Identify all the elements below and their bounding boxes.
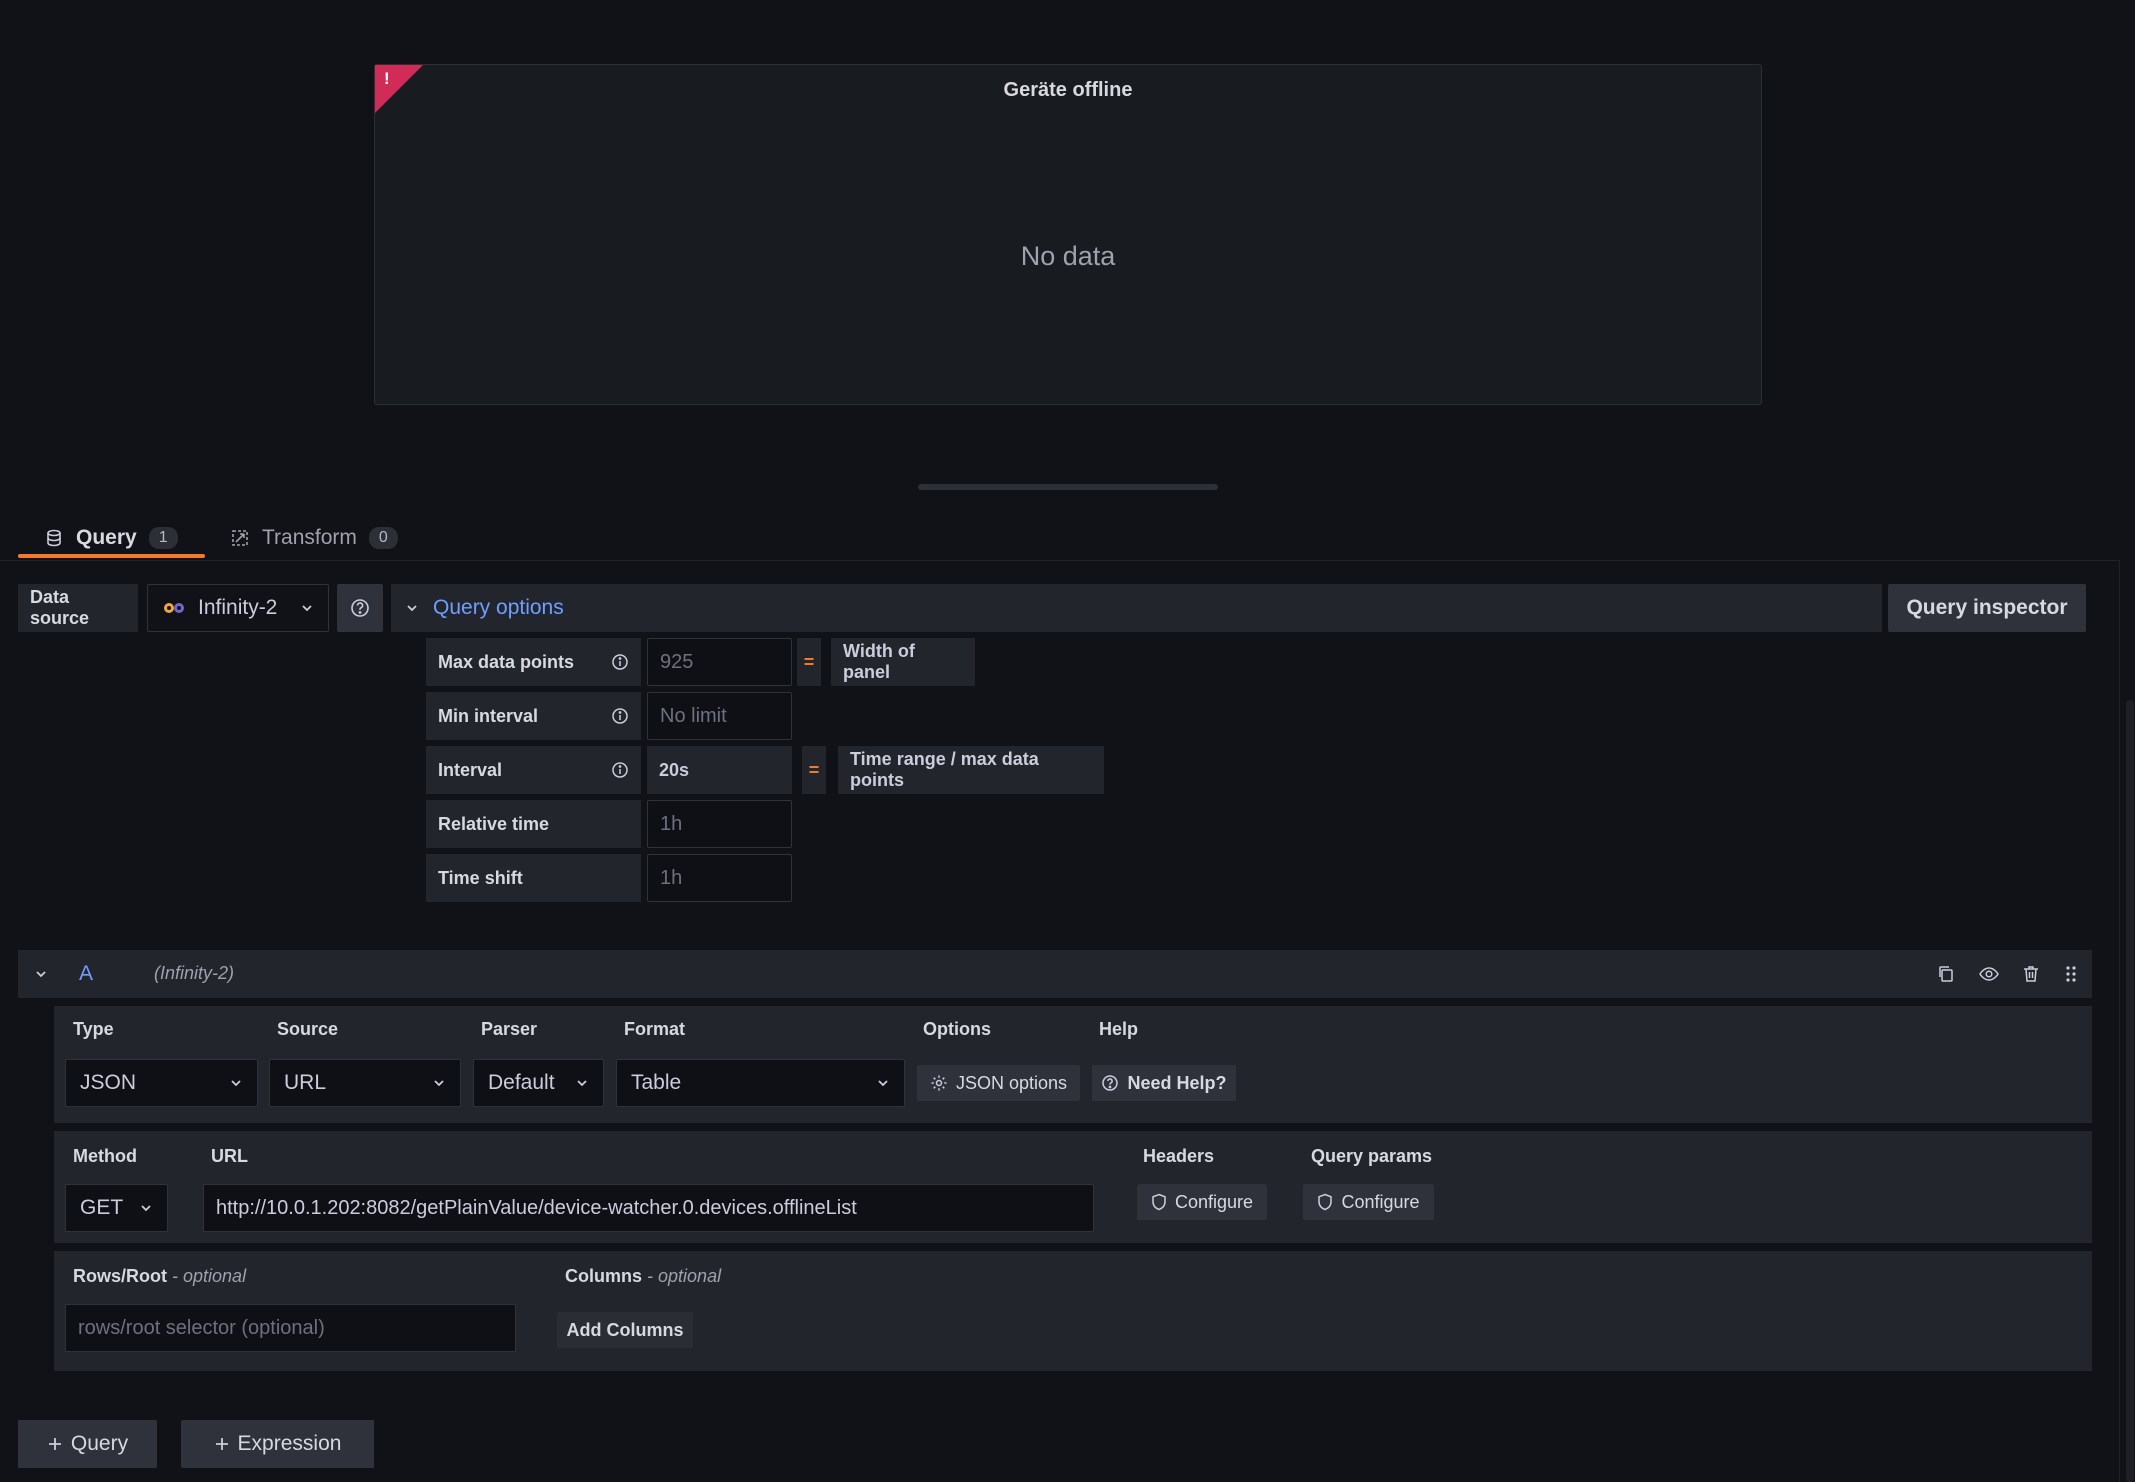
shield-icon [1151,1193,1167,1211]
headers-label: Headers [1143,1146,1215,1166]
eye-icon[interactable] [1978,964,2000,984]
tab-transform-label: Transform [262,526,357,549]
query-options-toggle[interactable]: Query options [391,584,1882,632]
method-label: Method [73,1146,137,1166]
option-label-interval: Interval [426,746,641,794]
datasource-picker[interactable]: Infinity-2 [147,584,329,632]
relative-time-input[interactable]: 1h [647,800,792,848]
duplicate-icon[interactable] [1936,964,1956,984]
editor-scrollbar[interactable] [2126,700,2134,1482]
database-icon [44,528,64,548]
datasource-label: Data source [18,584,138,632]
tab-transform[interactable]: Transform 0 [230,516,398,560]
tab-query-label: Query [76,526,137,549]
chevron-down-icon [229,1076,243,1090]
json-options-button[interactable]: JSON options [917,1065,1080,1101]
min-interval-input[interactable]: No limit [647,692,792,740]
add-columns-button[interactable]: Add Columns [557,1312,693,1348]
transform-icon [230,528,250,548]
question-circle-icon [350,598,370,618]
chevron-down-icon [300,601,314,615]
option-label-max-data-points: Max data points [426,638,641,686]
tab-query-count: 1 [148,527,178,549]
query-row-header[interactable]: A (Infinity-2) [18,950,2092,998]
chevron-down-icon [139,1201,153,1215]
query-letter[interactable]: A [79,962,93,986]
chevron-down-icon [405,601,419,615]
headers-configure-button[interactable]: Configure [1137,1184,1267,1220]
max-data-points-note: Width of panel [831,638,975,686]
chevron-down-icon [432,1076,446,1090]
format-select[interactable]: Table [616,1059,905,1107]
equals-sign: = [797,638,821,686]
option-label-min-interval: Min interval [426,692,641,740]
plus-icon [214,1436,230,1452]
rows-root-input[interactable]: rows/root selector (optional) [65,1304,516,1352]
trash-icon[interactable] [2021,964,2041,984]
source-label: Source [277,1019,339,1039]
equals-sign: = [802,746,826,794]
plus-icon [47,1436,63,1452]
add-expression-button[interactable]: Expression [181,1420,374,1468]
query-datasource-name: (Infinity-2) [154,963,235,983]
tab-transform-count: 0 [368,527,398,549]
active-tab-indicator [18,554,205,558]
parser-label: Parser [481,1019,538,1039]
info-circle-icon[interactable] [611,707,629,725]
drag-handle-icon[interactable] [2064,964,2078,984]
option-label-time-shift: Time shift [426,854,641,902]
chevron-down-icon [876,1076,890,1090]
url-input[interactable]: http://10.0.1.202:8082/getPlainValue/dev… [203,1184,1094,1232]
query-options-title: Query options [433,596,564,619]
infinity-logo-icon [162,601,186,615]
query-inspector-button[interactable]: Query inspector [1888,584,2086,632]
panel-no-data: No data [1020,241,1116,271]
question-circle-icon [1101,1074,1119,1092]
add-query-button[interactable]: Query [18,1420,157,1468]
query-params-label: Query params [1311,1146,1433,1166]
gear-icon [930,1074,948,1092]
time-shift-input[interactable]: 1h [647,854,792,902]
max-data-points-input[interactable]: 925 [647,638,792,686]
help-label: Help [1099,1019,1139,1039]
parser-select[interactable]: Default [473,1059,604,1107]
option-label-relative-time: Relative time [426,800,641,848]
options-label: Options [923,1019,991,1039]
type-select[interactable]: JSON [65,1059,258,1107]
panel-preview[interactable]: ! Geräte offline No data [374,64,1762,405]
query-params-configure-button[interactable]: Configure [1303,1184,1434,1220]
rows-root-label: Rows/Root - optional [73,1266,247,1286]
source-select[interactable]: URL [269,1059,461,1107]
panel-title[interactable]: Geräte offline [375,79,1761,102]
method-select[interactable]: GET [65,1184,168,1232]
datasource-value: Infinity-2 [198,596,278,619]
pane-resize-handle[interactable] [918,484,1218,490]
columns-label: Columns - optional [565,1266,722,1286]
need-help-button[interactable]: Need Help? [1092,1065,1236,1101]
interval-note: Time range / max data points [838,746,1104,794]
chevron-down-icon [575,1076,589,1090]
info-circle-icon[interactable] [611,761,629,779]
format-label: Format [624,1019,686,1039]
type-label: Type [73,1019,114,1039]
url-label: URL [211,1146,248,1166]
chevron-down-icon[interactable] [34,967,48,981]
interval-value: 20s [647,746,792,794]
datasource-help-button[interactable] [337,584,383,632]
info-circle-icon[interactable] [611,653,629,671]
shield-icon [1317,1193,1333,1211]
